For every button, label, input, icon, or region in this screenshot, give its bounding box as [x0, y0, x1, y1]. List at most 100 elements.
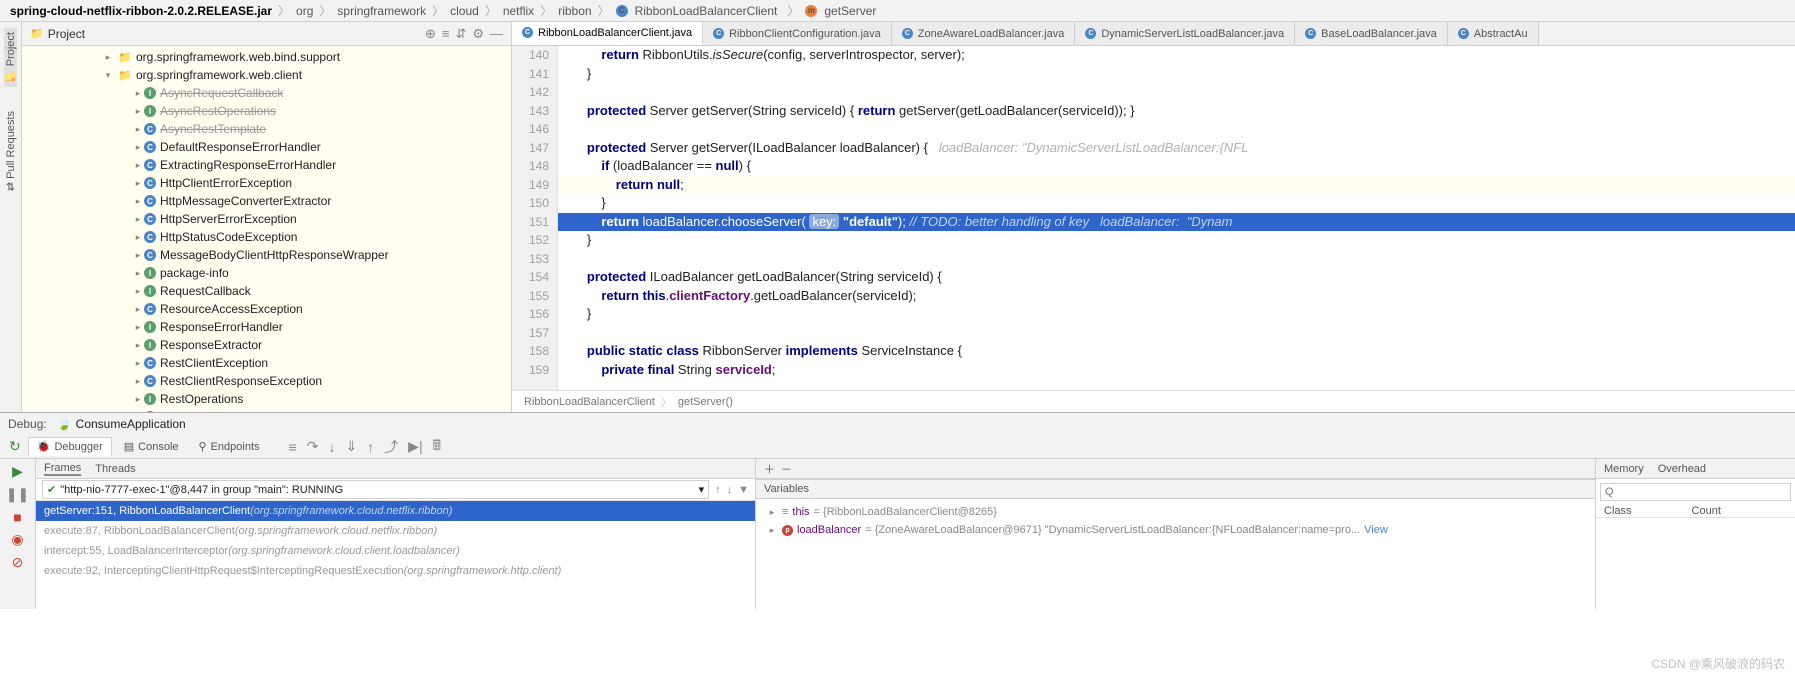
thread-selector[interactable]: ✔"http-nio-7777-exec-1"@8,447 in group "…: [42, 480, 709, 499]
mem-col-count[interactable]: Count: [1692, 505, 1721, 517]
remove-watch-icon[interactable]: －: [781, 461, 792, 477]
method-icon: m: [805, 5, 817, 17]
breadcrumb-item[interactable]: ribbon: [554, 4, 595, 18]
breadcrumb-item[interactable]: netflix: [499, 4, 538, 18]
tree-item[interactable]: ▸IRestOperations: [22, 390, 511, 408]
project-pane-header: Project ⊕ ≡ ⇵ ⚙ —: [22, 22, 511, 46]
variables-pane: ＋ － Variables ▸≡ this = {RibbonLoadBalan…: [756, 459, 1595, 609]
add-watch-icon[interactable]: ＋: [764, 461, 775, 477]
step-over-icon[interactable]: ↷: [304, 438, 322, 455]
tree-item[interactable]: ▸IAsyncRestOperations: [22, 102, 511, 120]
breadcrumb-item[interactable]: mgetServer: [801, 4, 884, 18]
debug-panel: Debug: 🍃ConsumeApplication ↻ 🐞 Debugger …: [0, 412, 1795, 609]
tree-item[interactable]: ▸IRequestCallback: [22, 282, 511, 300]
tree-item[interactable]: ▸Ipackage-info: [22, 264, 511, 282]
breadcrumb-item[interactable]: CRibbonLoadBalancerClient: [612, 4, 786, 18]
tree-item[interactable]: ▸CHttpStatusCodeException: [22, 228, 511, 246]
stack-frame[interactable]: intercept:55, LoadBalancerInterceptor (o…: [36, 541, 755, 561]
stack-frame[interactable]: getServer:151, RibbonLoadBalancerClient …: [36, 501, 755, 521]
editor-area: CRibbonLoadBalancerClient.javaCRibbonCli…: [512, 22, 1795, 412]
tree-item[interactable]: ▸CAsyncRestTemplate: [22, 120, 511, 138]
editor-tab[interactable]: CBaseLoadBalancer.java: [1295, 22, 1448, 45]
mute-breakpoints-icon[interactable]: ⊘: [12, 554, 24, 571]
editor-tab[interactable]: CRibbonLoadBalancerClient.java: [512, 22, 703, 45]
project-pane-title[interactable]: Project: [30, 27, 417, 41]
filter-icon[interactable]: ▼: [738, 484, 749, 496]
project-tree[interactable]: ▸org.springframework.web.bind.support▾or…: [22, 46, 511, 412]
mem-col-class[interactable]: Class: [1604, 505, 1632, 517]
locate-icon[interactable]: ⊕: [425, 26, 436, 42]
project-pane: Project ⊕ ≡ ⇵ ⚙ — ▸org.springframework.w…: [22, 22, 512, 412]
settings-icon[interactable]: ⚙: [472, 26, 484, 42]
next-frame-icon[interactable]: ↓: [727, 484, 733, 496]
stop-icon[interactable]: ■: [13, 509, 21, 525]
memory-tab[interactable]: Memory: [1604, 463, 1644, 475]
editor-tab[interactable]: CZoneAwareLoadBalancer.java: [892, 22, 1076, 45]
tree-item[interactable]: ▸IAsyncRequestCallback: [22, 84, 511, 102]
variable-row[interactable]: ▸≡ this = {RibbonLoadBalancerClient@8265…: [760, 503, 1591, 521]
view-breakpoints-icon[interactable]: ◉: [11, 531, 23, 548]
class-icon: C: [616, 5, 628, 17]
tree-item[interactable]: ▸CMessageBodyClientHttpResponseWrapper: [22, 246, 511, 264]
breadcrumb-item[interactable]: springframework: [333, 4, 430, 18]
tool-tab-project[interactable]: 📁 Project: [4, 28, 17, 87]
overhead-tab[interactable]: Overhead: [1658, 463, 1706, 475]
nav-breadcrumb: spring-cloud-netflix-ribbon-2.0.2.RELEAS…: [0, 0, 1795, 22]
editor-bc-item[interactable]: getServer(): [678, 396, 733, 408]
memory-pane: Memory Overhead Class Count: [1595, 459, 1795, 609]
variables-title: Variables: [756, 479, 1595, 499]
tab-console[interactable]: ▤ Console: [116, 438, 187, 455]
editor-tab[interactable]: CRibbonClientConfiguration.java: [703, 22, 892, 45]
prev-frame-icon[interactable]: ↑: [715, 484, 721, 496]
step-out-icon[interactable]: ↑: [364, 439, 377, 455]
memory-search[interactable]: [1600, 483, 1791, 501]
tree-item[interactable]: ▸CRestClientResponseException: [22, 372, 511, 390]
tab-debugger[interactable]: 🐞 Debugger: [28, 437, 112, 456]
tree-package[interactable]: ▸org.springframework.web.bind.support: [22, 48, 511, 66]
tree-item[interactable]: ▸CHttpClientErrorException: [22, 174, 511, 192]
pause-icon[interactable]: ❚❚: [6, 486, 29, 503]
tool-tab-pull-requests[interactable]: ⇄ Pull Requests: [4, 107, 17, 195]
step-into-icon[interactable]: ↓: [325, 439, 338, 455]
variable-row[interactable]: ▸p loadBalancer = {ZoneAwareLoadBalancer…: [760, 521, 1591, 539]
stack-frame[interactable]: execute:87, RibbonLoadBalancerClient (or…: [36, 521, 755, 541]
collapse-icon[interactable]: ⇵: [455, 26, 466, 42]
hide-icon[interactable]: —: [490, 26, 503, 42]
code-editor[interactable]: return RibbonUtils.isSecure(config, serv…: [558, 46, 1795, 390]
evaluate-icon[interactable]: 🖩: [430, 435, 444, 459]
editor-tab[interactable]: CDynamicServerListLoadBalancer.java: [1075, 22, 1295, 45]
frames-tab[interactable]: Frames: [44, 462, 81, 476]
tree-item[interactable]: ▸IResponseErrorHandler: [22, 318, 511, 336]
call-stack[interactable]: getServer:151, RibbonLoadBalancerClient …: [36, 501, 755, 609]
run-to-cursor-icon[interactable]: ▶|: [405, 438, 425, 455]
tree-item[interactable]: ▸CExtractingResponseErrorHandler: [22, 156, 511, 174]
breadcrumb-item[interactable]: spring-cloud-netflix-ribbon-2.0.2.RELEAS…: [6, 4, 276, 18]
gutter: 1401411421431461471481491501511521531541…: [512, 46, 558, 390]
expand-icon[interactable]: ≡: [442, 26, 450, 42]
watermark: CSDN @乘风破浪的码农: [1651, 655, 1785, 672]
editor-tab[interactable]: CAbstractAu: [1448, 22, 1539, 45]
tree-item[interactable]: ▸CHttpServerErrorException: [22, 210, 511, 228]
tree-item[interactable]: ▸CHttpMessageConverterExtractor: [22, 192, 511, 210]
left-tool-strip: 📁 Project ⇄ Pull Requests: [0, 22, 22, 412]
breadcrumb-item[interactable]: cloud: [446, 4, 483, 18]
tree-item[interactable]: ▸CDefaultResponseErrorHandler: [22, 138, 511, 156]
resume-icon[interactable]: ▶: [12, 463, 23, 480]
tree-item[interactable]: ▸ERestOperationsExtensionsKt.class: [22, 408, 511, 412]
tree-item[interactable]: ▸CRestClientException: [22, 354, 511, 372]
debug-side-toolbar: ▶ ❚❚ ■ ◉ ⊘: [0, 459, 36, 609]
editor-bc-item[interactable]: RibbonLoadBalancerClient: [524, 396, 655, 408]
tree-item[interactable]: ▸CResourceAccessException: [22, 300, 511, 318]
drop-frame-icon[interactable]: ⤴: [381, 437, 401, 457]
rerun-icon[interactable]: ↻: [6, 438, 24, 455]
tab-endpoints[interactable]: ⚲ Endpoints: [191, 438, 268, 455]
threads-tab[interactable]: Threads: [95, 463, 135, 475]
breadcrumb-item[interactable]: org: [292, 4, 317, 18]
tree-package[interactable]: ▾org.springframework.web.client: [22, 66, 511, 84]
run-config[interactable]: 🍃ConsumeApplication: [57, 417, 186, 431]
force-step-into-icon[interactable]: ⇓: [342, 438, 360, 455]
tree-item[interactable]: ▸IResponseExtractor: [22, 336, 511, 354]
step-icon[interactable]: ≡: [286, 439, 300, 455]
stack-frame[interactable]: execute:92, InterceptingClientHttpReques…: [36, 561, 755, 581]
editor-breadcrumb: RibbonLoadBalancerClient 〉 getServer(): [512, 390, 1795, 412]
